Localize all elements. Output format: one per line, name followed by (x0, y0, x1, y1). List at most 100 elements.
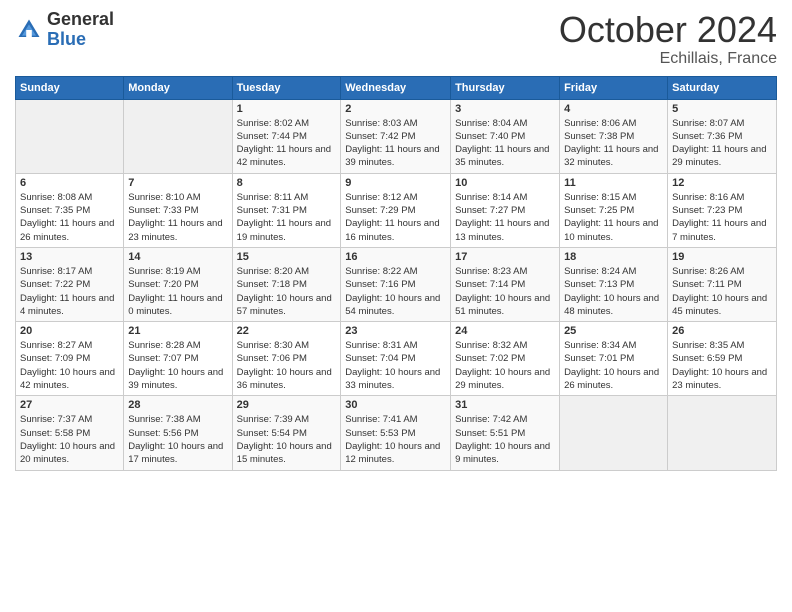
day-number: 28 (128, 399, 227, 411)
day-info: Sunrise: 8:28 AMSunset: 7:07 PMDaylight:… (128, 339, 227, 392)
day-number: 23 (345, 325, 446, 337)
day-number: 29 (237, 399, 337, 411)
logo: General Blue (15, 10, 114, 50)
day-number: 7 (128, 177, 227, 189)
calendar-cell: 26Sunrise: 8:35 AMSunset: 6:59 PMDayligh… (668, 322, 777, 396)
calendar-cell: 19 Sunrise: 8:26 AMSunset: 7:11 PMDayligh… (668, 247, 777, 321)
day-info: Sunrise: 8:11 AMSunset: 7:31 PMDaylight:… (237, 191, 337, 244)
calendar-cell: 1 Sunrise: 8:02 AMSunset: 7:44 PMDaylight… (232, 99, 341, 173)
weekday-header-wednesday: Wednesday (341, 76, 451, 99)
calendar-cell: 25Sunrise: 8:34 AMSunset: 7:01 PMDayligh… (560, 322, 668, 396)
calendar-cell: 10 Sunrise: 8:14 AMSunset: 7:27 PMDayligh… (451, 173, 560, 247)
calendar-cell: 16Sunrise: 8:22 AMSunset: 7:16 PMDayligh… (341, 247, 451, 321)
day-info: Sunrise: 8:24 AMSunset: 7:13 PMDaylight:… (564, 265, 663, 318)
calendar-cell: 6 Sunrise: 8:08 AMSunset: 7:35 PMDaylight… (16, 173, 124, 247)
day-info: Sunrise: 8:15 AMSunset: 7:25 PMDaylight:… (564, 191, 663, 244)
day-number: 4 (564, 103, 663, 115)
calendar-cell: 7 Sunrise: 8:10 AMSunset: 7:33 PMDaylight… (124, 173, 232, 247)
day-info: Sunrise: 8:30 AMSunset: 7:06 PMDaylight:… (237, 339, 337, 392)
title-block: October 2024 Echillais, France (559, 10, 777, 68)
calendar-cell: 18Sunrise: 8:24 AMSunset: 7:13 PMDayligh… (560, 247, 668, 321)
calendar-cell (560, 396, 668, 470)
day-info: Sunrise: 7:42 AMSunset: 5:51 PMDaylight:… (455, 413, 555, 466)
calendar-cell: 4 Sunrise: 8:06 AMSunset: 7:38 PMDaylight… (560, 99, 668, 173)
day-number: 9 (345, 177, 446, 189)
day-number: 22 (237, 325, 337, 337)
logo-blue: Blue (47, 30, 114, 50)
location-title: Echillais, France (559, 50, 777, 68)
weekday-header-sunday: Sunday (16, 76, 124, 99)
day-info: Sunrise: 8:32 AMSunset: 7:02 PMDaylight:… (455, 339, 555, 392)
day-number: 19 (672, 251, 772, 263)
calendar-cell: 23 Sunrise: 8:31 AMSunset: 7:04 PMDayligh… (341, 322, 451, 396)
day-number: 6 (20, 177, 119, 189)
day-info: Sunrise: 8:17 AMSunset: 7:22 PMDaylight:… (20, 265, 119, 318)
day-info: Sunrise: 8:19 AMSunset: 7:20 PMDaylight:… (128, 265, 227, 318)
day-number: 20 (20, 325, 119, 337)
calendar-cell: 24 Sunrise: 8:32 AMSunset: 7:02 PMDayligh… (451, 322, 560, 396)
day-info: Sunrise: 8:23 AMSunset: 7:14 PMDaylight:… (455, 265, 555, 318)
day-info: Sunrise: 8:04 AMSunset: 7:40 PMDaylight:… (455, 117, 555, 170)
day-info: Sunrise: 8:10 AMSunset: 7:33 PMDaylight:… (128, 191, 227, 244)
calendar-cell (668, 396, 777, 470)
day-info: Sunrise: 8:26 AMSunset: 7:11 PMDaylight:… (672, 265, 772, 318)
day-number: 30 (345, 399, 446, 411)
calendar-cell: 27 Sunrise: 7:37 AMSunset: 5:58 PMDayligh… (16, 396, 124, 470)
calendar-cell: 29Sunrise: 7:39 AMSunset: 5:54 PMDayligh… (232, 396, 341, 470)
weekday-header-tuesday: Tuesday (232, 76, 341, 99)
day-info: Sunrise: 8:14 AMSunset: 7:27 PMDaylight:… (455, 191, 555, 244)
day-number: 31 (455, 399, 555, 411)
day-info: Sunrise: 7:41 AMSunset: 5:53 PMDaylight:… (345, 413, 446, 466)
day-info: Sunrise: 8:31 AMSunset: 7:04 PMDaylight:… (345, 339, 446, 392)
calendar-cell: 28 Sunrise: 7:38 AMSunset: 5:56 PMDayligh… (124, 396, 232, 470)
day-number: 1 (237, 103, 337, 115)
day-info: Sunrise: 8:08 AMSunset: 7:35 PMDaylight:… (20, 191, 119, 244)
day-info: Sunrise: 8:20 AMSunset: 7:18 PMDaylight:… (237, 265, 337, 318)
calendar-cell: 30 Sunrise: 7:41 AMSunset: 5:53 PMDayligh… (341, 396, 451, 470)
calendar-cell: 20Sunrise: 8:27 AMSunset: 7:09 PMDayligh… (16, 322, 124, 396)
day-info: Sunrise: 7:37 AMSunset: 5:58 PMDaylight:… (20, 413, 119, 466)
calendar-cell: 5 Sunrise: 8:07 AMSunset: 7:36 PMDaylight… (668, 99, 777, 173)
day-info: Sunrise: 8:06 AMSunset: 7:38 PMDaylight:… (564, 117, 663, 170)
day-number: 16 (345, 251, 446, 263)
day-number: 21 (128, 325, 227, 337)
calendar-cell: 8 Sunrise: 8:11 AMSunset: 7:31 PMDaylight… (232, 173, 341, 247)
weekday-header-friday: Friday (560, 76, 668, 99)
calendar-table: SundayMondayTuesdayWednesdayThursdayFrid… (15, 76, 777, 471)
day-number: 26 (672, 325, 772, 337)
day-number: 12 (672, 177, 772, 189)
logo-text: General Blue (47, 10, 114, 50)
day-number: 13 (20, 251, 119, 263)
day-info: Sunrise: 8:16 AMSunset: 7:23 PMDaylight:… (672, 191, 772, 244)
weekday-header-saturday: Saturday (668, 76, 777, 99)
calendar-cell (16, 99, 124, 173)
day-number: 5 (672, 103, 772, 115)
day-info: Sunrise: 8:07 AMSunset: 7:36 PMDaylight:… (672, 117, 772, 170)
day-number: 25 (564, 325, 663, 337)
month-title: October 2024 (559, 10, 777, 50)
page: General Blue October 2024 Echillais, Fra… (0, 0, 792, 612)
day-number: 8 (237, 177, 337, 189)
calendar-cell: 14 Sunrise: 8:19 AMSunset: 7:20 PMDayligh… (124, 247, 232, 321)
day-number: 3 (455, 103, 555, 115)
calendar-cell (124, 99, 232, 173)
day-number: 14 (128, 251, 227, 263)
day-info: Sunrise: 8:03 AMSunset: 7:42 PMDaylight:… (345, 117, 446, 170)
logo-general: General (47, 10, 114, 30)
day-number: 11 (564, 177, 663, 189)
calendar-cell: 12 Sunrise: 8:16 AMSunset: 7:23 PMDayligh… (668, 173, 777, 247)
day-info: Sunrise: 8:12 AMSunset: 7:29 PMDaylight:… (345, 191, 446, 244)
day-number: 27 (20, 399, 119, 411)
calendar-cell: 22 Sunrise: 8:30 AMSunset: 7:06 PMDayligh… (232, 322, 341, 396)
day-info: Sunrise: 8:02 AMSunset: 7:44 PMDaylight:… (237, 117, 337, 170)
day-number: 24 (455, 325, 555, 337)
day-number: 15 (237, 251, 337, 263)
calendar-cell: 31 Sunrise: 7:42 AMSunset: 5:51 PMDayligh… (451, 396, 560, 470)
calendar-cell: 2Sunrise: 8:03 AMSunset: 7:42 PMDaylight… (341, 99, 451, 173)
calendar-cell: 13 Sunrise: 8:17 AMSunset: 7:22 PMDayligh… (16, 247, 124, 321)
calendar-cell: 11 Sunrise: 8:15 AMSunset: 7:25 PMDayligh… (560, 173, 668, 247)
calendar-cell: 9 Sunrise: 8:12 AMSunset: 7:29 PMDaylight… (341, 173, 451, 247)
day-number: 10 (455, 177, 555, 189)
header: General Blue October 2024 Echillais, Fra… (15, 10, 777, 68)
day-info: Sunrise: 7:38 AMSunset: 5:56 PMDaylight:… (128, 413, 227, 466)
